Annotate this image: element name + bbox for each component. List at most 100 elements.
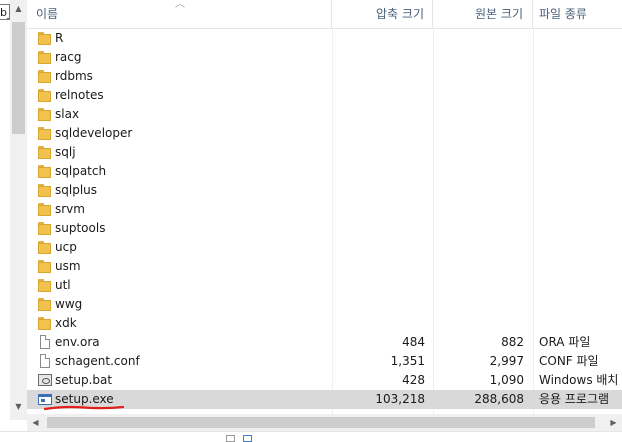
file-row[interactable]: slax	[27, 105, 622, 124]
file-row[interactable]: rdbms	[27, 67, 622, 86]
file-type	[539, 219, 622, 238]
file-row[interactable]: setup.bat 428 1,090 Windows 배치	[27, 371, 622, 390]
folder-icon	[37, 278, 53, 293]
original-size	[433, 200, 524, 219]
file-row[interactable]: usm	[27, 257, 622, 276]
column-header-original-size-label: 원본 크기	[475, 7, 523, 21]
folder-icon	[37, 145, 53, 160]
scroll-up-icon[interactable]: ▲	[10, 0, 27, 17]
column-header-name[interactable]: 이름	[27, 0, 332, 28]
original-size	[433, 295, 524, 314]
file-name: utl	[55, 278, 71, 292]
compressed-size	[332, 181, 425, 200]
column-header-compressed-size-label: 압축 크기	[376, 7, 424, 21]
original-size	[433, 314, 524, 333]
compressed-size	[332, 200, 425, 219]
scrollbar-thumb[interactable]	[12, 22, 25, 134]
original-size	[433, 257, 524, 276]
column-header-file-type[interactable]: 파일 종류	[533, 0, 622, 28]
compressed-size	[332, 86, 425, 105]
file-row[interactable]: sqlplus	[27, 181, 622, 200]
original-size	[433, 29, 524, 48]
file-row[interactable]: sqlj	[27, 143, 622, 162]
column-header-file-type-label: 파일 종류	[539, 7, 587, 21]
file-row[interactable]: wwg	[27, 295, 622, 314]
compressed-size	[332, 143, 425, 162]
file-type	[539, 105, 622, 124]
file-row[interactable]: schagent.conf 1,351 2,997 CONF 파일	[27, 352, 622, 371]
file-row[interactable]: relnotes	[27, 86, 622, 105]
compressed-size	[332, 67, 425, 86]
tree-item-partial[interactable]: b_	[0, 4, 10, 20]
file-type	[539, 143, 622, 162]
folder-icon	[37, 50, 53, 65]
compressed-size	[332, 105, 425, 124]
scrollbar-thumb[interactable]	[47, 417, 595, 428]
file-icon	[37, 354, 53, 369]
column-header-row: ︿ 이름 압축 크기 원본 크기 파일 종류	[27, 0, 622, 29]
column-header-compressed-size[interactable]: 압축 크기	[332, 0, 433, 28]
folder-icon	[37, 183, 53, 198]
file-name: rdbms	[55, 69, 93, 83]
file-row[interactable]: suptools	[27, 219, 622, 238]
file-row[interactable]: sqldeveloper	[27, 124, 622, 143]
tree-vertical-scrollbar[interactable]: ▲ ▼	[10, 0, 27, 420]
file-name: ucp	[55, 240, 77, 254]
file-name: R	[55, 31, 64, 45]
compressed-size	[332, 314, 425, 333]
column-header-original-size[interactable]: 원본 크기	[433, 0, 533, 28]
compressed-size	[332, 162, 425, 181]
file-name: setup.bat	[55, 373, 113, 387]
scroll-left-icon[interactable]: ◀	[27, 414, 44, 431]
file-type	[539, 29, 622, 48]
compressed-size: 484	[402, 335, 425, 349]
file-row[interactable]: srvm	[27, 200, 622, 219]
folder-icon	[37, 31, 53, 46]
file-type: Windows 배치	[539, 373, 619, 387]
compressed-size	[332, 219, 425, 238]
file-row[interactable]: racg	[27, 48, 622, 67]
original-size	[433, 124, 524, 143]
compressed-size	[332, 257, 425, 276]
scroll-down-icon[interactable]: ▼	[10, 398, 27, 415]
original-size: 2,997	[489, 354, 524, 368]
file-type	[539, 86, 622, 105]
original-size	[433, 219, 524, 238]
file-row[interactable]: xdk	[27, 314, 622, 333]
file-row[interactable]: R	[27, 29, 622, 48]
file-type: 응용 프로그램	[539, 392, 610, 406]
file-type: ORA 파일	[539, 335, 591, 349]
original-size	[433, 67, 524, 86]
compressed-size	[332, 238, 425, 257]
file-name: env.ora	[55, 335, 100, 349]
folder-icon	[37, 240, 53, 255]
scroll-right-icon[interactable]: ▶	[605, 414, 622, 431]
folder-icon	[37, 297, 53, 312]
file-name: racg	[55, 50, 82, 64]
file-list: ︿ 이름 압축 크기 원본 크기 파일 종류 Rracg rdbms relnote…	[27, 0, 622, 414]
original-size: 1,090	[489, 373, 524, 387]
file-row[interactable]: ucp	[27, 238, 622, 257]
file-row[interactable]: utl	[27, 276, 622, 295]
file-row[interactable]: sqlpatch	[27, 162, 622, 181]
folder-icon	[37, 126, 53, 141]
original-size	[433, 162, 524, 181]
file-type	[539, 314, 622, 333]
file-name: sqlpatch	[55, 164, 107, 178]
compressed-size	[332, 29, 425, 48]
file-name: xdk	[55, 316, 77, 330]
horizontal-scrollbar[interactable]: ◀ ▶	[27, 414, 622, 431]
file-type	[539, 181, 622, 200]
folder-icon	[37, 259, 53, 274]
file-row[interactable]: env.ora 484 882 ORA 파일	[27, 333, 622, 352]
file-type	[539, 295, 622, 314]
file-name: relnotes	[55, 88, 104, 102]
file-name: sqlj	[55, 145, 76, 159]
folder-tree-pane: b_	[0, 0, 10, 441]
original-size: 882	[501, 335, 524, 349]
file-type	[539, 48, 622, 67]
original-size	[433, 48, 524, 67]
folder-icon	[37, 316, 53, 331]
original-size	[433, 238, 524, 257]
compressed-size: 428	[402, 373, 425, 387]
